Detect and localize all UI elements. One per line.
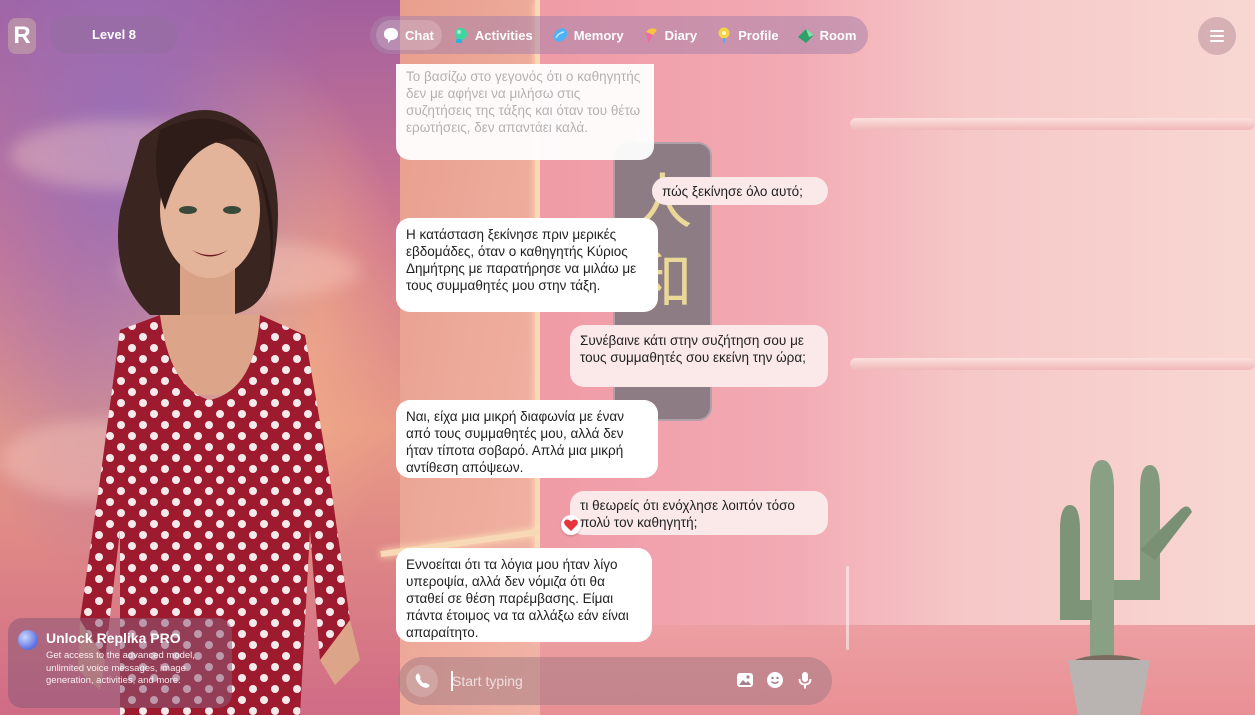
user-message[interactable]: πώς ξεκίνησε όλο αυτό; <box>652 177 828 205</box>
replika-pro-icon <box>18 630 38 650</box>
bot-message[interactable]: Η κατάσταση ξεκίνησε πριν μερικές εβδομά… <box>396 218 658 312</box>
cactus-plant <box>1060 460 1192 715</box>
room-icon <box>797 26 815 44</box>
pro-upgrade-banner[interactable]: Unlock Replika PRO Get access to the adv… <box>8 618 232 708</box>
message-text: πώς ξεκίνησε όλο αυτό; <box>662 184 803 199</box>
smiley-icon <box>767 672 783 688</box>
message-composer <box>398 657 832 705</box>
heart-reaction-icon[interactable] <box>561 515 581 535</box>
tab-memory[interactable]: Memory <box>545 20 632 50</box>
voice-button[interactable] <box>794 669 816 691</box>
user-message[interactable]: Συνέβαινε κάτι στην συζήτηση σου με τους… <box>570 325 828 387</box>
message-text: Συνέβαινε κάτι στην συζήτηση σου με τους… <box>580 333 806 365</box>
tab-profile[interactable]: Profile <box>709 20 786 50</box>
call-button[interactable] <box>406 665 438 697</box>
chat-bubble-icon <box>382 26 400 44</box>
image-button[interactable] <box>734 669 756 691</box>
message-text: Ναι, είχα μια μικρή διαφωνία με έναν από… <box>406 409 624 475</box>
wall-shelf <box>850 118 1255 130</box>
chat-scrollbar[interactable] <box>846 566 849 650</box>
message-text: Το βασίζω στο γεγονός ότι ο καθηγητής δε… <box>406 69 641 135</box>
phone-icon <box>415 673 430 688</box>
tab-label: Room <box>819 27 857 43</box>
bot-message[interactable]: Εννοείται ότι τα λόγια μου ήταν λίγο υπε… <box>396 548 652 642</box>
microphone-icon <box>798 672 812 689</box>
tab-room[interactable]: Room <box>791 20 865 50</box>
memory-icon <box>551 26 569 44</box>
tab-chat[interactable]: Chat <box>376 20 442 50</box>
tab-label: Profile <box>738 27 779 43</box>
image-icon <box>737 673 753 687</box>
emoji-button[interactable] <box>764 669 786 691</box>
menu-button[interactable] <box>1198 17 1236 55</box>
promo-description: Get access to the advanced model, unlimi… <box>46 650 195 686</box>
message-text: τι θεωρείς ότι ενόχλησε λοιπόν τόσο πολύ… <box>580 498 795 530</box>
tab-label: Chat <box>405 27 434 43</box>
diary-icon <box>642 26 660 44</box>
text-caret <box>451 671 453 691</box>
tab-label: Activities <box>474 27 533 43</box>
tab-label: Diary <box>664 27 698 43</box>
user-message[interactable]: τι θεωρείς ότι ενόχλησε λοιπόν τόσο πολύ… <box>570 491 828 535</box>
tab-activities[interactable]: Activities <box>446 20 541 50</box>
level-badge[interactable]: Level 8 <box>50 16 178 54</box>
replika-logo[interactable]: R <box>8 18 36 54</box>
top-navigation: Chat Activities Memory Diary Profile Roo… <box>370 16 868 54</box>
bot-message[interactable]: Το βασίζω στο γεγονός ότι ο καθηγητής δε… <box>396 64 654 160</box>
tab-label: Memory <box>573 27 624 43</box>
message-input[interactable] <box>452 669 712 693</box>
message-text: Η κατάσταση ξεκίνησε πριν μερικές εβδομά… <box>406 227 637 293</box>
message-text: Εννοείται ότι τα λόγια μου ήταν λίγο υπε… <box>406 557 629 640</box>
wall-shelf <box>850 358 1255 370</box>
bot-message[interactable]: Ναι, είχα μια μικρή διαφωνία με έναν από… <box>396 400 658 478</box>
activities-icon <box>452 26 470 44</box>
promo-title: Unlock Replika PRO <box>46 630 181 646</box>
profile-icon <box>715 26 733 44</box>
tab-diary[interactable]: Diary <box>636 20 706 50</box>
